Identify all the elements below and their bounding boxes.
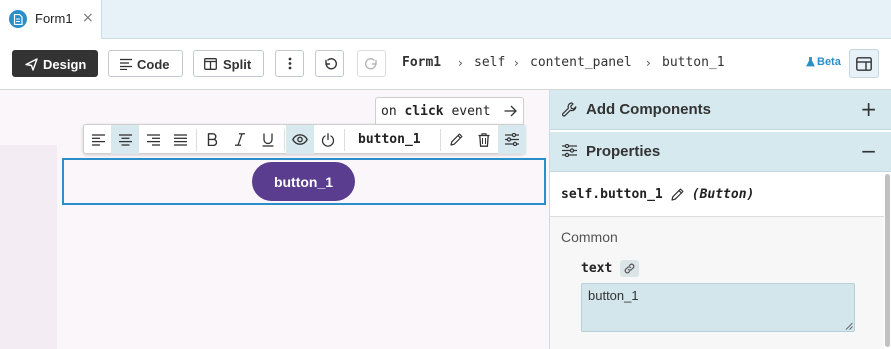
visible-toggle[interactable]: [286, 125, 314, 154]
flask-icon: [806, 57, 815, 67]
trash-icon: [478, 132, 490, 147]
text-property-field[interactable]: button_1: [581, 283, 855, 332]
breadcrumb-separator: ›: [458, 56, 463, 70]
properties-title: Properties: [586, 143, 661, 160]
object-heading: self.button_1 (Button): [561, 187, 754, 202]
more-button[interactable]: [275, 50, 304, 77]
pencil-icon: [449, 133, 462, 146]
canvas-gutter: [0, 145, 57, 349]
close-icon[interactable]: ×: [82, 10, 94, 26]
redo-button[interactable]: [357, 50, 386, 77]
add-icon[interactable]: +: [860, 98, 877, 120]
tab-form1[interactable]: Form1 ×: [0, 0, 102, 39]
align-left-button[interactable]: [84, 125, 112, 154]
form-icon: [9, 10, 27, 28]
breadcrumb-item-button-1[interactable]: button_1: [662, 55, 725, 71]
component-name[interactable]: button_1: [358, 132, 421, 147]
common-section: Common text button_1: [550, 217, 884, 349]
align-left-icon: [91, 133, 105, 146]
redo-icon: [364, 57, 377, 69]
italic-button[interactable]: [226, 125, 254, 154]
bold-button[interactable]: [198, 125, 226, 154]
beta-label: Beta: [817, 56, 841, 68]
tab-label: Form1: [35, 11, 73, 26]
toolbar-divider: [344, 129, 345, 151]
align-right-button[interactable]: [139, 125, 167, 154]
align-center-button[interactable]: [111, 125, 139, 154]
sliders-icon: [505, 133, 519, 146]
split-label: Split: [223, 57, 252, 72]
more-vertical-icon: [288, 57, 291, 70]
collapse-icon[interactable]: −: [860, 140, 877, 162]
pencil-icon[interactable]: [671, 188, 684, 201]
toolbar-divider: [196, 129, 197, 151]
align-center-icon: [118, 133, 132, 146]
underline-button[interactable]: [254, 125, 282, 154]
italic-icon: [235, 133, 245, 146]
toolbar: Design Code Split Form1 › self › content…: [0, 39, 891, 90]
split-button[interactable]: Split: [193, 50, 264, 77]
object-type: (Button): [691, 187, 755, 202]
design-canvas[interactable]: on click event button_1 button_1: [0, 90, 549, 349]
eye-icon: [292, 134, 308, 145]
align-right-icon: [146, 133, 160, 146]
sliders-icon: [562, 144, 577, 157]
tab-bar: Form1 ×: [0, 0, 891, 39]
event-label: on click event: [381, 104, 491, 119]
breadcrumb-item-content-panel[interactable]: content_panel: [530, 55, 632, 71]
breadcrumb-separator: ›: [646, 56, 651, 70]
format-toolbar: button_1: [83, 124, 526, 154]
resize-handle-icon[interactable]: [845, 322, 853, 330]
click-event-button[interactable]: on click event: [375, 97, 524, 126]
text-property-value: button_1: [588, 288, 639, 303]
delete-button[interactable]: [470, 125, 498, 154]
panel-scrollbar-thumb[interactable]: [885, 174, 890, 347]
add-components-header[interactable]: Add Components +: [550, 90, 891, 130]
arrow-right-icon: [504, 105, 517, 117]
split-icon: [204, 58, 217, 70]
breadcrumb-form[interactable]: Form1: [402, 55, 441, 71]
code-button[interactable]: Code: [108, 50, 183, 77]
enabled-toggle[interactable]: [314, 125, 342, 154]
toolbar-divider: [284, 129, 285, 151]
beta-badge: Beta: [806, 56, 841, 68]
bold-icon: [207, 133, 217, 146]
align-justify-icon: [173, 133, 187, 146]
object-name: self.button_1: [561, 187, 663, 202]
design-button[interactable]: Design: [12, 50, 98, 77]
undo-icon: [324, 57, 337, 69]
layout-icon: [856, 56, 872, 71]
layout-toggle-button[interactable]: [849, 49, 879, 78]
common-section-title: Common: [561, 229, 618, 245]
align-justify-button[interactable]: [166, 125, 194, 154]
send-icon: [25, 58, 38, 71]
properties-panel: Add Components + Properties − self.butto…: [549, 90, 891, 349]
text-property-label: text: [581, 261, 613, 276]
undo-button[interactable]: [315, 50, 344, 77]
code-lines-icon: [120, 58, 132, 70]
link-icon[interactable]: [620, 260, 639, 277]
power-icon: [321, 132, 335, 147]
code-label: Code: [137, 57, 170, 72]
toolbar-divider: [440, 129, 441, 151]
breadcrumb-item-self[interactable]: self: [474, 55, 505, 71]
add-components-title: Add Components: [586, 101, 711, 118]
design-label: Design: [43, 57, 87, 72]
properties-button[interactable]: [498, 125, 526, 154]
rename-button[interactable]: [442, 125, 470, 154]
wrench-icon: [562, 102, 577, 117]
canvas-button-1[interactable]: button_1: [252, 162, 355, 201]
properties-header[interactable]: Properties −: [550, 132, 891, 172]
underline-icon: [262, 133, 274, 147]
breadcrumb-separator: ›: [514, 56, 519, 70]
